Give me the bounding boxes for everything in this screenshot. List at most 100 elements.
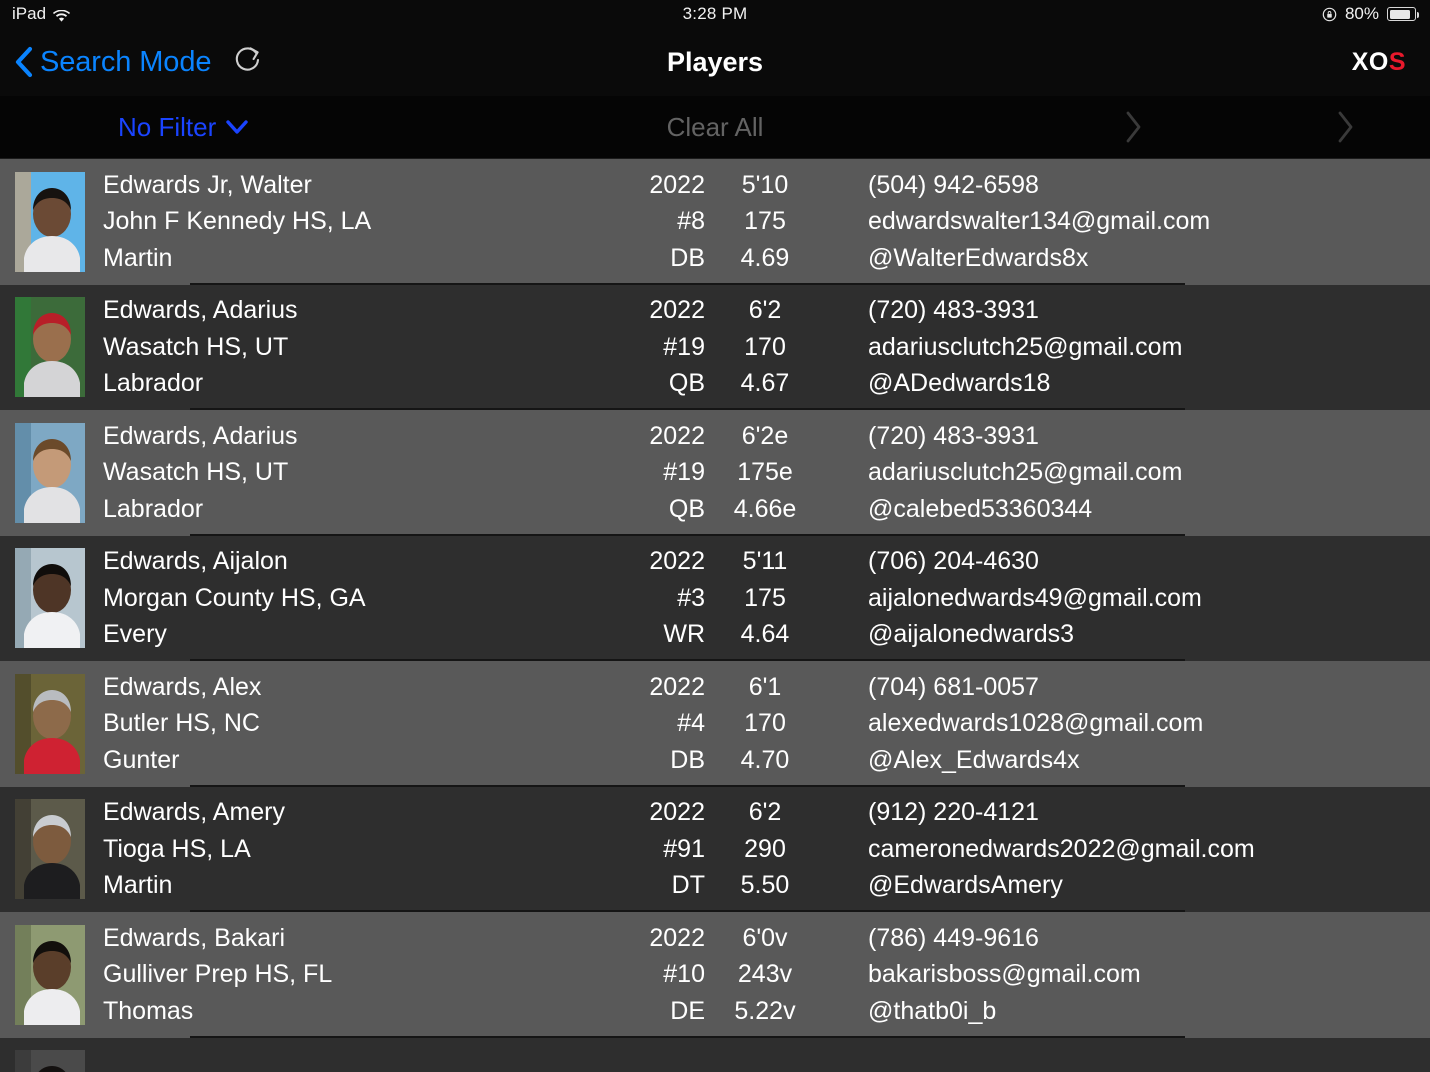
player-weight: 170 bbox=[744, 709, 786, 737]
player-phone: (786) 449-9616 bbox=[868, 923, 1039, 952]
player-position: DB bbox=[670, 243, 705, 272]
refresh-button[interactable] bbox=[231, 45, 265, 79]
xos-logo[interactable]: XOS bbox=[1352, 48, 1430, 77]
player-attribute-column: 2022 #19 QB bbox=[623, 293, 705, 402]
player-photo bbox=[15, 673, 85, 774]
battery-icon bbox=[1387, 7, 1419, 21]
player-row[interactable]: Edwards, Adarius Wasatch HS, UT Labrador 20… bbox=[0, 284, 1430, 410]
player-jersey: #8 bbox=[677, 207, 705, 235]
chevron-right-icon-2[interactable] bbox=[1337, 110, 1355, 144]
player-contact-column: (912) 220-4121 cameronedwards2022@gmail.c… bbox=[868, 795, 1430, 904]
player-phone: (704) 681-0057 bbox=[868, 672, 1039, 701]
player-school: John F Kennedy HS, LA bbox=[103, 207, 372, 235]
player-name: Edwards, Alex bbox=[103, 672, 262, 701]
player-contact-column: (704) 681-0057 alexedwards1028@gmail.com @… bbox=[868, 670, 1430, 779]
player-name: Edwards, Bakari bbox=[103, 923, 286, 952]
player-name: Edwards, Adarius bbox=[103, 296, 298, 324]
player-forty: 4.70 bbox=[740, 745, 790, 774]
back-button[interactable]: Search Mode bbox=[0, 46, 211, 79]
player-position: DT bbox=[671, 871, 705, 899]
filter-bar: No Filter Clear All bbox=[0, 96, 1430, 159]
player-handle: @calebed53360344 bbox=[868, 494, 1093, 523]
player-forty: 5.22v bbox=[734, 996, 796, 1025]
player-height: 5'11 bbox=[742, 547, 788, 575]
xos-logo-base: XO bbox=[1351, 47, 1389, 76]
player-school: Tioga HS, LA bbox=[103, 834, 251, 863]
player-email: alexedwards1028@gmail.com bbox=[868, 709, 1204, 737]
player-identity-column: Edwards, Alex Butler HS, NC Gunter bbox=[103, 670, 623, 779]
player-row[interactable]: Edwards, Bakari Gulliver Prep HS, FL Thoma… bbox=[0, 912, 1430, 1038]
player-attribute-column: 2022 #8 DB bbox=[623, 168, 705, 277]
player-identity-column: Edwards, Bakari Gulliver Prep HS, FL Thoma… bbox=[103, 921, 623, 1030]
player-photo bbox=[15, 1050, 85, 1072]
player-photo bbox=[15, 799, 85, 900]
player-year: 2022 bbox=[649, 672, 705, 701]
player-photo bbox=[15, 548, 85, 649]
player-jersey: #91 bbox=[663, 834, 705, 863]
player-position: QB bbox=[668, 369, 705, 397]
player-list[interactable]: Edwards Jr, Walter John F Kennedy HS, LA M… bbox=[0, 159, 1430, 1072]
refresh-icon bbox=[232, 44, 264, 81]
player-measurement-column: 5'11 175 4.64 bbox=[705, 544, 825, 653]
player-measurement-column: 6'0v 243v 5.22v bbox=[705, 921, 825, 1030]
player-email: adariusclutch25@gmail.com bbox=[868, 458, 1183, 486]
player-position: DE bbox=[670, 996, 705, 1025]
player-height: 6'1 bbox=[748, 672, 782, 701]
player-row[interactable]: Edwards, Amery Tioga HS, LA Martin 2022 #91 D… bbox=[0, 786, 1430, 912]
player-identity-column: Edwards, Aijalon Morgan County HS, GA Ever… bbox=[103, 544, 623, 653]
player-email: aijalonedwards49@gmail.com bbox=[868, 583, 1202, 612]
player-contact-column: (720) 483-3931 adariusclutch25@gmail.com @… bbox=[868, 293, 1430, 402]
player-weight: 175e bbox=[737, 458, 793, 486]
player-weight: 175 bbox=[744, 207, 786, 235]
player-jersey: #4 bbox=[677, 709, 705, 737]
player-school: Morgan County HS, GA bbox=[103, 583, 366, 612]
player-forty: 4.66e bbox=[733, 494, 797, 523]
player-phone: (504) 942-6598 bbox=[868, 170, 1039, 199]
player-jersey: #19 bbox=[663, 332, 705, 361]
player-email: adariusclutch25@gmail.com bbox=[868, 332, 1183, 361]
player-phone: (720) 483-3931 bbox=[868, 296, 1039, 324]
chevron-right-icon-1[interactable] bbox=[1125, 110, 1143, 144]
player-contact-column: (720) 483-3931 adariusclutch25@gmail.com @… bbox=[868, 419, 1430, 528]
player-coach: Gunter bbox=[103, 745, 180, 774]
player-row[interactable]: Edwards Jr, Walter John F Kennedy HS, LA M… bbox=[0, 159, 1430, 285]
player-year: 2022 bbox=[649, 547, 705, 575]
player-row[interactable]: Edwards, Alex Butler HS, NC Gunter 2022 #4 DB… bbox=[0, 661, 1430, 787]
player-jersey: #3 bbox=[677, 583, 705, 612]
chevron-left-icon bbox=[14, 46, 34, 78]
player-contact-column: (504) 942-6598 edwardswalter134@gmail.com… bbox=[868, 168, 1430, 277]
player-handle: @aijalonedwards3 bbox=[868, 620, 1075, 648]
player-coach: Martin bbox=[103, 871, 173, 899]
player-identity-column: Edwards, Adarius Wasatch HS, UT Labrador bbox=[103, 293, 623, 402]
player-height: 6'2e bbox=[741, 421, 789, 450]
player-row[interactable]: Edwards, Adarius Wasatch HS, UT Labrador 20… bbox=[0, 410, 1430, 536]
rotation-lock-icon bbox=[1322, 7, 1337, 22]
player-contact-column: (706) 204-4630 aijalonedwards49@gmail.com… bbox=[868, 544, 1430, 653]
player-phone: (720) 483-3931 bbox=[868, 421, 1039, 450]
player-row[interactable]: Edwards, Beau20226'0v(713) 408-0721 bbox=[0, 1037, 1430, 1072]
player-attribute-column: 2022 #10 DE bbox=[623, 921, 705, 1030]
player-photo bbox=[15, 297, 85, 398]
player-photo bbox=[15, 171, 85, 272]
player-attribute-column: 2022 #19 QB bbox=[623, 419, 705, 528]
player-year: 2022 bbox=[649, 170, 705, 199]
player-year: 2022 bbox=[649, 421, 705, 450]
player-coach: Thomas bbox=[103, 996, 194, 1025]
player-measurement-column: 5'10 175 4.69 bbox=[705, 168, 825, 277]
navigation-bar: Search Mode Players XOS bbox=[0, 28, 1430, 96]
clear-all-button[interactable]: Clear All bbox=[0, 112, 1430, 143]
player-position: QB bbox=[668, 494, 705, 523]
player-weight: 243v bbox=[737, 960, 793, 988]
player-school: Wasatch HS, UT bbox=[103, 458, 289, 486]
player-year: 2022 bbox=[649, 296, 705, 324]
player-measurement-column: 6'2 170 4.67 bbox=[705, 293, 825, 402]
player-measurement-column: 6'2 290 5.50 bbox=[705, 795, 825, 904]
player-weight: 175 bbox=[744, 583, 786, 612]
player-identity-column: Edwards, Amery Tioga HS, LA Martin bbox=[103, 795, 623, 904]
player-attribute-column: 2022 #91 DT bbox=[623, 795, 705, 904]
player-weight: 170 bbox=[744, 332, 786, 361]
player-row[interactable]: Edwards, Aijalon Morgan County HS, GA Ever… bbox=[0, 535, 1430, 661]
player-name: Edwards, Aijalon bbox=[103, 547, 288, 575]
player-email: bakarisboss@gmail.com bbox=[868, 960, 1141, 988]
player-year: 2022 bbox=[649, 923, 705, 952]
